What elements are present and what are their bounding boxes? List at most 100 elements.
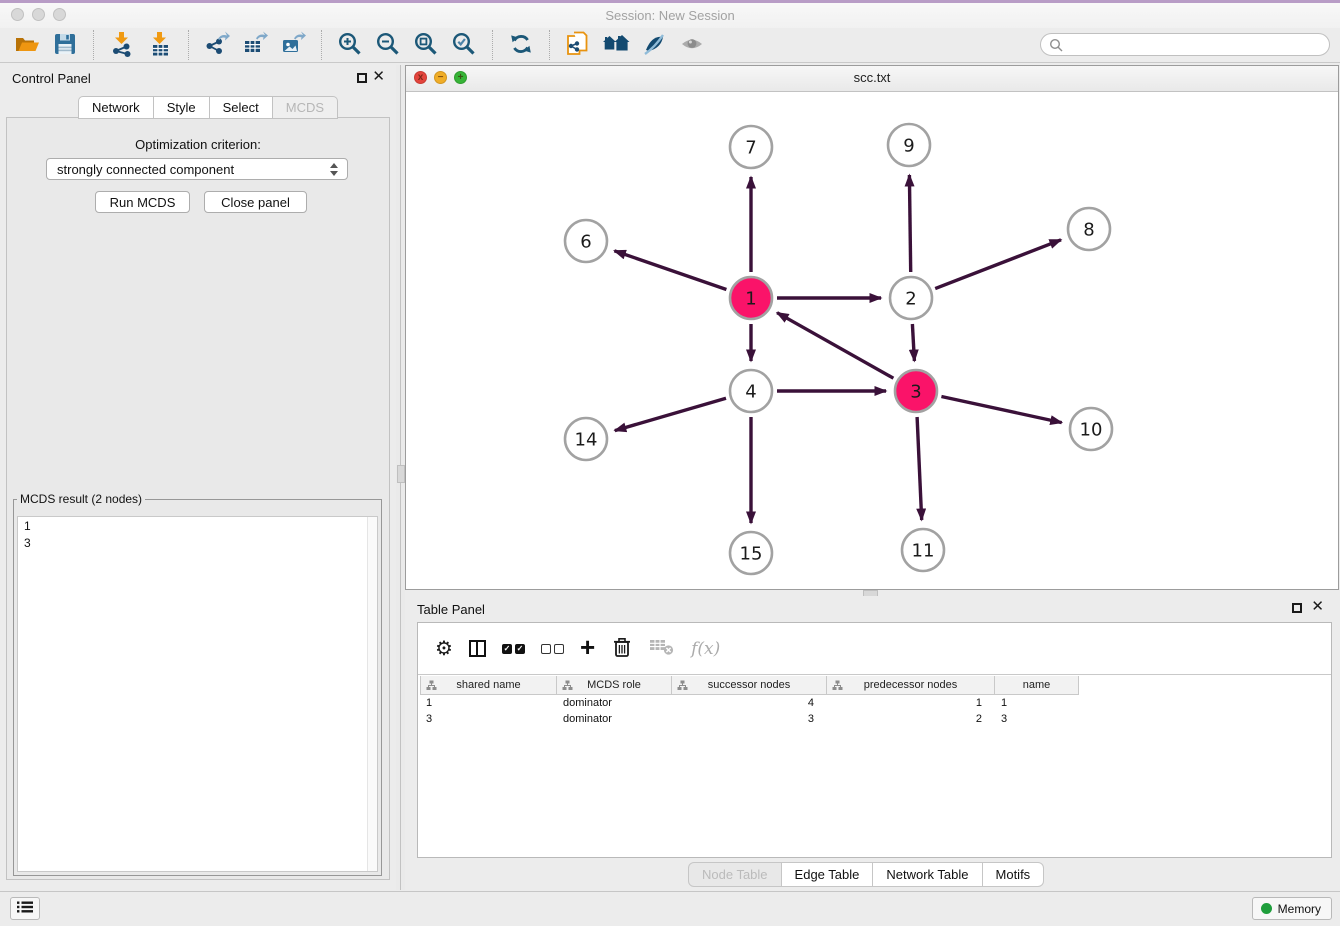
table-cell[interactable]: 4	[672, 695, 827, 711]
import-network-button[interactable]	[103, 30, 141, 60]
export-table-button[interactable]	[236, 30, 274, 60]
graph-node-11[interactable]: 11	[902, 529, 944, 571]
node-label: 2	[905, 289, 916, 310]
create-column-button[interactable]: +	[580, 640, 595, 657]
delete-column-button[interactable]	[611, 635, 633, 662]
network-window-titlebar[interactable]: x − + scc.txt	[406, 66, 1338, 92]
tab-network-table[interactable]: Network Table	[873, 862, 982, 887]
function-builder-button[interactable]: f(x)	[691, 639, 720, 659]
hide-all-columns-button[interactable]	[541, 644, 564, 654]
graph-node-1[interactable]: 1	[730, 277, 772, 319]
run-mcds-button[interactable]: Run MCDS	[95, 191, 190, 213]
zoom-fit-button[interactable]	[407, 30, 445, 60]
tab-motifs[interactable]: Motifs	[983, 862, 1045, 887]
tab-edge-table[interactable]: Edge Table	[782, 862, 874, 887]
refresh-button[interactable]	[502, 30, 540, 60]
close-panel-icon[interactable]: ✕	[1311, 598, 1324, 616]
show-all-button[interactable]	[673, 30, 711, 60]
network-minimize-button[interactable]: −	[434, 71, 447, 84]
graph-node-4[interactable]: 4	[730, 370, 772, 412]
save-button[interactable]	[46, 30, 84, 60]
column-header-name[interactable]: name	[995, 676, 1079, 695]
table-cell[interactable]: 2	[827, 711, 995, 727]
result-scrollbar[interactable]	[367, 517, 377, 871]
network-file-icon	[565, 31, 591, 60]
show-all-columns-button[interactable]: ✓✓	[502, 644, 525, 654]
table-cell[interactable]: 1	[420, 695, 557, 711]
export-image-button[interactable]	[274, 30, 312, 60]
close-panel-button[interactable]: Close panel	[204, 191, 307, 213]
float-panel-icon[interactable]	[357, 73, 367, 83]
memory-button[interactable]: Memory	[1252, 897, 1332, 920]
status-bar: Memory	[0, 891, 1340, 926]
table-cell[interactable]: 3	[420, 711, 557, 727]
edge-3-1[interactable]	[777, 313, 893, 379]
app-titlebar[interactable]: Session: New Session	[0, 3, 1340, 29]
edge-4-14[interactable]	[615, 398, 726, 430]
export-network-button[interactable]	[198, 30, 236, 60]
zoom-in-icon	[337, 31, 363, 60]
zoom-selected-button[interactable]	[445, 30, 483, 60]
column-header-predecessor-nodes[interactable]: predecessor nodes	[827, 676, 995, 695]
graph-node-9[interactable]: 9	[888, 124, 930, 166]
network-close-button[interactable]: x	[414, 71, 427, 84]
table-cell[interactable]: 3	[672, 711, 827, 727]
network-canvas[interactable]: 1 2 3 4 6 7 8 9 10 11 14 15	[406, 91, 1338, 589]
graph-node-6[interactable]: 6	[565, 220, 607, 262]
tab-select[interactable]: Select	[210, 96, 273, 119]
open-button[interactable]	[8, 30, 46, 60]
tab-node-table[interactable]: Node Table	[688, 862, 782, 887]
column-header-shared-name[interactable]: shared name	[420, 676, 557, 695]
network-zoom-button[interactable]: +	[454, 71, 467, 84]
graph-node-3[interactable]: 3	[895, 370, 937, 412]
criterion-dropdown[interactable]: strongly connected component	[46, 158, 348, 180]
mcds-result-text: 1 3	[18, 517, 377, 553]
task-history-button[interactable]	[10, 897, 40, 920]
import-table-button[interactable]	[141, 30, 179, 60]
table-cell[interactable]: 1	[827, 695, 995, 711]
column-label: predecessor nodes	[864, 679, 958, 691]
edge-3-11[interactable]	[917, 417, 922, 520]
float-panel-icon[interactable]	[1292, 603, 1302, 613]
table-tabs: Node TableEdge TableNetwork TableMotifs	[688, 862, 1044, 887]
column-label: name	[1023, 679, 1051, 691]
graph-node-10[interactable]: 10	[1070, 408, 1112, 450]
graph-node-2[interactable]: 2	[890, 277, 932, 319]
edge-3-10[interactable]	[941, 397, 1061, 423]
table-row[interactable]: 3dominator323	[420, 711, 1079, 727]
mcds-panel: Optimization criterion: strongly connect…	[6, 117, 390, 880]
column-header-mcds-role[interactable]: MCDS role	[557, 676, 672, 695]
zoom-in-button[interactable]	[331, 30, 369, 60]
tab-network[interactable]: Network	[78, 96, 154, 119]
graph-node-7[interactable]: 7	[730, 126, 772, 168]
table-cell[interactable]: dominator	[557, 695, 672, 711]
graph-node-15[interactable]: 15	[730, 532, 772, 574]
delete-table-button[interactable]	[649, 637, 675, 660]
graph-node-8[interactable]: 8	[1068, 208, 1110, 250]
zoom-out-button[interactable]	[369, 30, 407, 60]
table-settings-button[interactable]: ⚙	[435, 639, 453, 659]
tab-style[interactable]: Style	[154, 96, 210, 119]
table-row[interactable]: 1dominator411	[420, 695, 1079, 711]
edge-2-8[interactable]	[935, 240, 1061, 289]
edge-2-3[interactable]	[912, 324, 914, 361]
split-pane-button[interactable]	[469, 640, 486, 657]
export-table-icon	[242, 31, 268, 60]
edge-1-6[interactable]	[614, 251, 726, 290]
table-cell[interactable]: dominator	[557, 711, 672, 727]
node-label: 8	[1083, 220, 1094, 241]
network-from-file-button[interactable]	[559, 30, 597, 60]
column-header-successor-nodes[interactable]: successor nodes	[672, 676, 827, 695]
close-panel-icon[interactable]: ✕	[372, 68, 385, 86]
tab-mcds[interactable]: MCDS	[273, 96, 338, 119]
edge-2-9[interactable]	[909, 175, 910, 272]
graph-node-14[interactable]: 14	[565, 418, 607, 460]
home-button[interactable]	[597, 30, 635, 60]
hide-selected-button[interactable]	[635, 30, 673, 60]
vertical-splitter[interactable]	[396, 65, 405, 890]
table-cell[interactable]: 1	[995, 695, 1079, 711]
export-network-icon	[204, 31, 230, 60]
splitter-handle[interactable]	[397, 465, 405, 483]
table-cell[interactable]: 3	[995, 711, 1079, 727]
search-input[interactable]	[1069, 36, 1321, 55]
